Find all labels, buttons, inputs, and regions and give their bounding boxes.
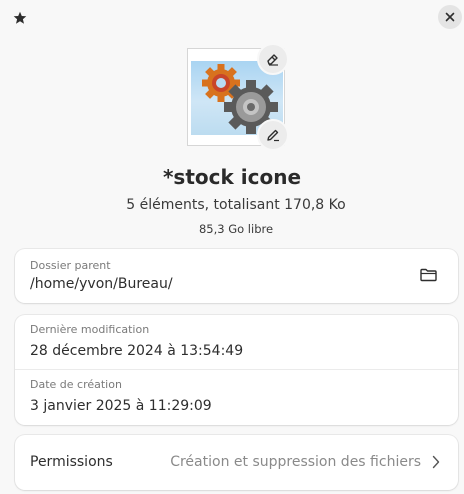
edit-icon-button[interactable] bbox=[257, 43, 289, 75]
open-parent-folder-button[interactable] bbox=[418, 265, 438, 285]
eraser-icon bbox=[267, 54, 278, 66]
free-space: 85,3 Go libre bbox=[198, 222, 274, 236]
chevron-right-icon bbox=[429, 453, 443, 471]
pencil-icon bbox=[267, 129, 279, 142]
close-icon bbox=[445, 12, 455, 22]
parent-folder-card: Dossier parent /home/yvon/Bureau/ bbox=[15, 249, 458, 303]
divider bbox=[15, 369, 458, 370]
rename-button[interactable] bbox=[257, 119, 289, 151]
folder-icon bbox=[419, 268, 437, 282]
close-button[interactable] bbox=[438, 5, 462, 29]
created-label: Date de création bbox=[30, 378, 122, 391]
permissions-label: Permissions bbox=[30, 454, 113, 470]
folder-name: *stock icone bbox=[162, 165, 302, 189]
folder-summary: 5 éléments, totalisant 170,8 Ko bbox=[126, 197, 346, 213]
parent-folder-path: /home/yvon/Bureau/ bbox=[30, 276, 173, 292]
star-icon bbox=[13, 11, 27, 24]
permissions-row[interactable]: Permissions Création et suppression des … bbox=[15, 435, 458, 490]
modified-value: 28 décembre 2024 à 13:54:49 bbox=[30, 343, 244, 359]
folder-thumbnail-area bbox=[187, 43, 289, 151]
star-button[interactable] bbox=[9, 7, 31, 29]
dates-card: Dernière modification 28 décembre 2024 à… bbox=[15, 315, 458, 425]
modified-label: Dernière modification bbox=[30, 323, 150, 336]
parent-folder-label: Dossier parent bbox=[30, 259, 111, 272]
permissions-value: Création et suppression des fichiers bbox=[170, 454, 421, 470]
created-value: 3 janvier 2025 à 11:29:09 bbox=[30, 398, 212, 414]
